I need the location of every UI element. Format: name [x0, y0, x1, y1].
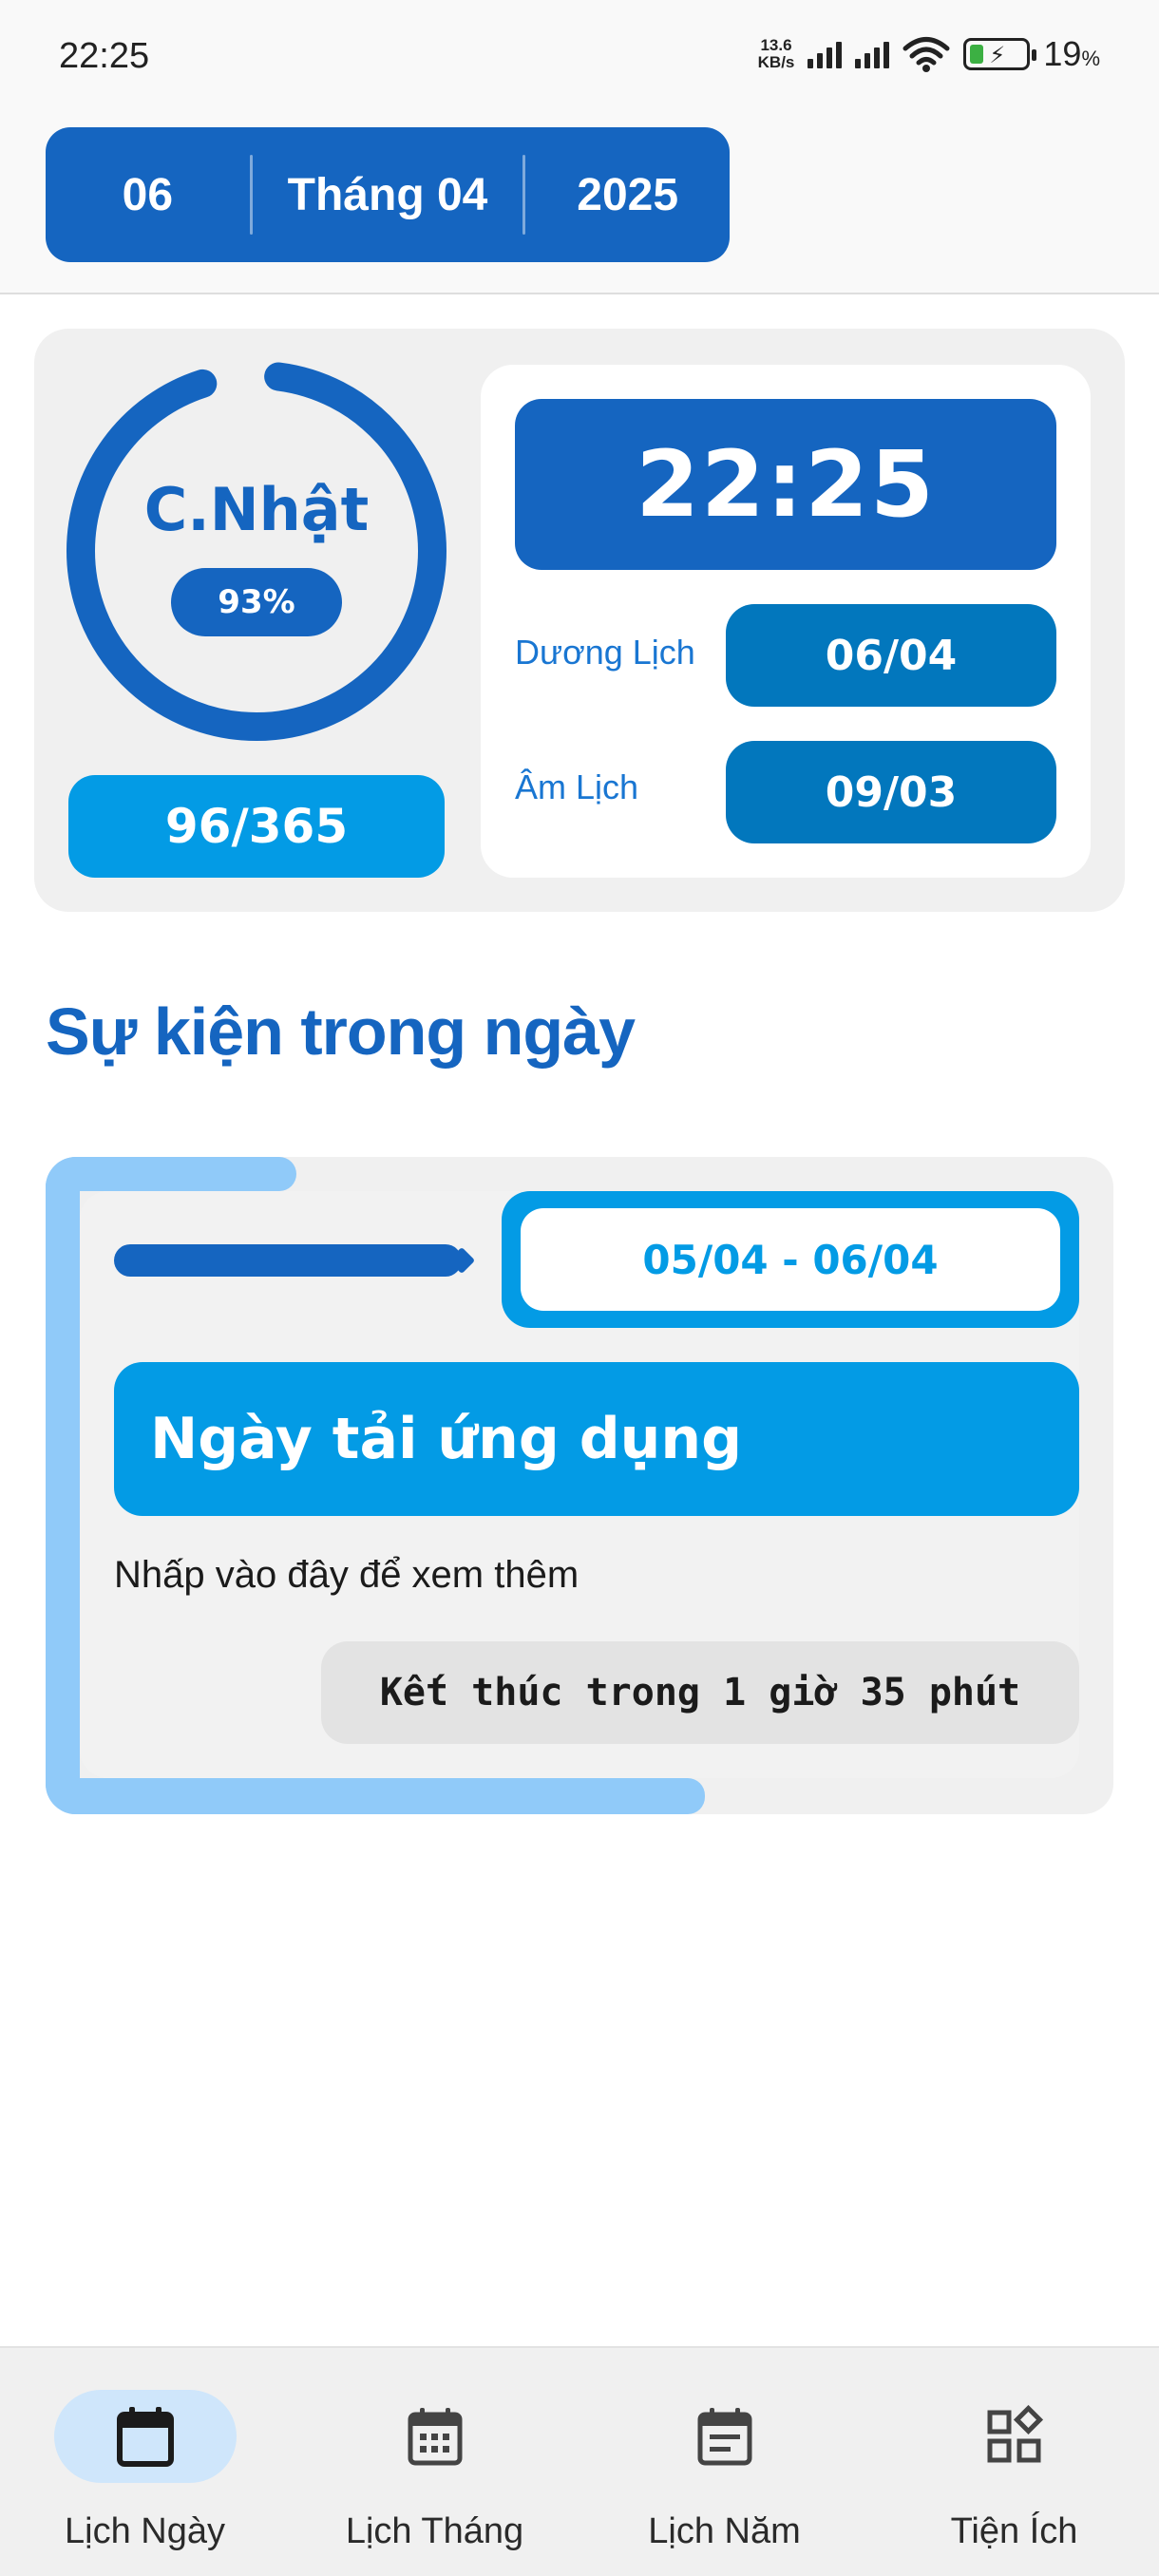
battery-icon: ⚡	[963, 38, 1037, 70]
nav-label: Lịch Ngày	[65, 2511, 225, 2551]
date-picker: 06 Tháng 04 2025	[46, 127, 730, 262]
lunar-date: 09/03	[726, 741, 1056, 843]
battery-percent-unit: %	[1081, 47, 1100, 70]
status-time: 22:25	[59, 36, 150, 76]
event-date-range: 05/04 - 06/04	[521, 1208, 1060, 1311]
wifi-icon	[902, 37, 950, 72]
event-indicator-bar	[114, 1244, 462, 1277]
event-card-accent-bottom	[46, 1778, 705, 1814]
event-title[interactable]: Ngày tải ứng dụng	[114, 1362, 1079, 1516]
calendar-day-icon	[117, 2407, 174, 2467]
event-card-accent-left	[46, 1157, 80, 1814]
event-more-hint[interactable]: Nhấp vào đây để xem thêm	[114, 1554, 579, 1597]
signal-icon	[855, 40, 890, 68]
calendar-month-icon	[408, 2408, 463, 2466]
nav-label: Lịch Tháng	[345, 2511, 524, 2551]
battery-percent-value: 19	[1043, 34, 1082, 73]
date-picker-day[interactable]: 06	[46, 127, 250, 262]
signal-icon	[808, 40, 843, 68]
lunar-calendar-label: Âm Lịch	[515, 767, 639, 806]
network-speed-unit: KB/s	[757, 53, 795, 71]
year-progress-badge: 93%	[171, 568, 342, 636]
event-countdown: Kết thúc trong 1 giờ 35 phút	[321, 1641, 1079, 1744]
battery-percent: 19%	[1043, 34, 1100, 74]
event-card-accent-top	[46, 1157, 296, 1191]
year-progress-ring: C.Nhật 93%	[66, 361, 446, 741]
date-info-panel: 22:25 Dương Lịch 06/04 Âm Lịch 09/03	[481, 365, 1091, 878]
current-time: 22:25	[515, 399, 1056, 570]
nav-item-yearly-calendar[interactable]: Lịch Năm	[580, 2348, 869, 2576]
status-icons: 13.6 KB/s ⚡ 19%	[758, 34, 1100, 74]
calendar-year-icon	[697, 2408, 752, 2466]
nav-label: Tiện Ích	[950, 2511, 1078, 2551]
nav-item-daily-calendar[interactable]: Lịch Ngày	[0, 2348, 290, 2576]
day-of-year-badge: 96/365	[68, 775, 445, 878]
bottom-navigation: Lịch Ngày Lịch Tháng Lịch Năm Tiện Ích	[0, 2346, 1159, 2576]
events-section-title: Sự kiện trong ngày	[46, 994, 636, 1069]
date-picker-month[interactable]: Tháng 04	[253, 127, 523, 262]
progress-ring-graphic	[66, 361, 446, 741]
nav-item-monthly-calendar[interactable]: Lịch Tháng	[290, 2348, 580, 2576]
nav-item-utilities[interactable]: Tiện Ích	[869, 2348, 1159, 2576]
widgets-icon	[987, 2405, 1044, 2463]
network-speed-value: 13.6	[760, 36, 792, 54]
weekday-label: C.Nhật	[143, 475, 370, 544]
event-date-range-frame: 05/04 - 06/04	[502, 1191, 1079, 1328]
date-picker-year[interactable]: 2025	[525, 127, 730, 262]
nav-label: Lịch Năm	[648, 2511, 801, 2551]
network-speed: 13.6 KB/s	[758, 37, 795, 71]
solar-calendar-label: Dương Lịch	[515, 633, 695, 672]
solar-date: 06/04	[726, 604, 1056, 707]
status-bar: 22:25 13.6 KB/s ⚡ 19%	[0, 0, 1159, 114]
top-area: 22:25 13.6 KB/s ⚡ 19% 06 Tháng 04 2025	[0, 0, 1159, 294]
